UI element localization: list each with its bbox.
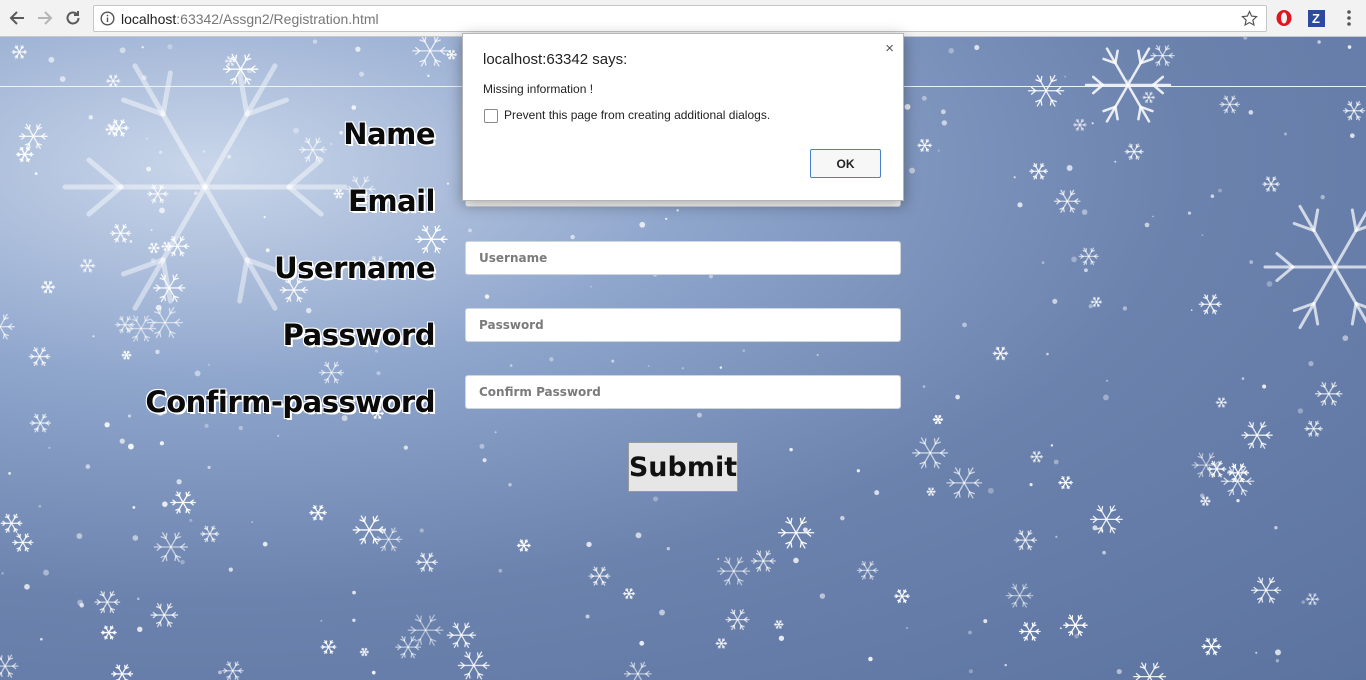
- info-icon[interactable]: [100, 11, 115, 31]
- prevent-dialogs-checkbox[interactable]: [484, 109, 498, 123]
- confirm-password-label: Confirm-password: [145, 385, 435, 419]
- password-label: Password: [282, 318, 436, 352]
- name-label: Name: [343, 117, 435, 151]
- close-icon[interactable]: ×: [885, 40, 894, 57]
- menu-dots-icon[interactable]: [1338, 7, 1360, 29]
- username-input[interactable]: [465, 241, 901, 275]
- opera-icon[interactable]: [1273, 7, 1295, 29]
- z-extension-icon[interactable]: Z: [1305, 7, 1327, 29]
- password-input[interactable]: [465, 308, 901, 342]
- alert-dialog: localhost:63342 says: × Missing informat…: [462, 33, 904, 201]
- dialog-title: localhost:63342 says:: [483, 51, 628, 68]
- submit-button[interactable]: Submit: [628, 442, 738, 492]
- address-bar[interactable]: localhost:63342/Assgn2/Registration.html: [93, 5, 1267, 32]
- back-arrow-icon[interactable]: [5, 6, 29, 30]
- username-label: Username: [274, 251, 435, 285]
- browser-toolbar: localhost:63342/Assgn2/Registration.html…: [0, 0, 1366, 37]
- star-icon[interactable]: [1241, 10, 1258, 32]
- forward-arrow-icon[interactable]: [33, 6, 57, 30]
- email-label: Email: [348, 184, 435, 218]
- reload-icon[interactable]: [61, 6, 85, 30]
- url-text: localhost:63342/Assgn2/Registration.html: [121, 11, 379, 27]
- dialog-message: Missing information !: [483, 82, 594, 96]
- confirm-password-input[interactable]: [465, 375, 901, 409]
- ok-button[interactable]: OK: [810, 149, 881, 178]
- prevent-dialogs-label[interactable]: Prevent this page from creating addition…: [504, 108, 770, 122]
